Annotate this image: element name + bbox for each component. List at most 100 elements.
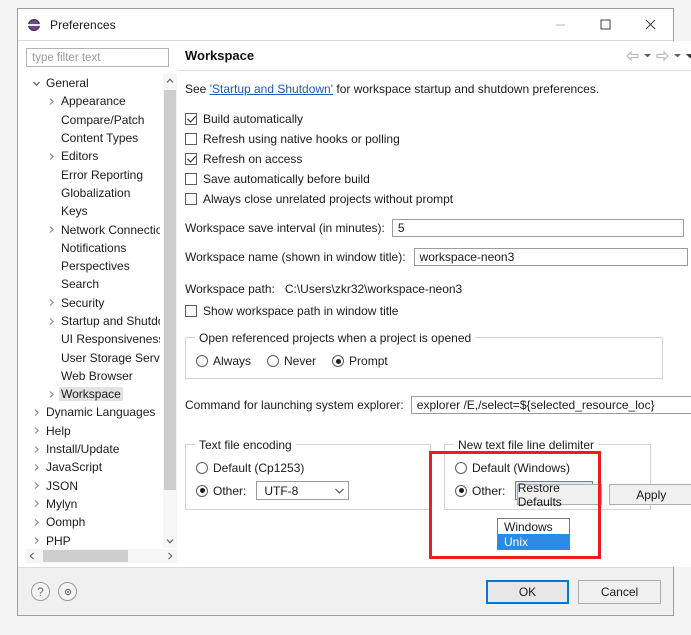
checkbox-refresh-on-access[interactable]: Refresh on access: [185, 149, 691, 168]
sidebar-item-ui-responsiveness-m[interactable]: UI Responsiveness M: [25, 330, 160, 348]
sidebar-item-globalization[interactable]: Globalization: [25, 184, 160, 202]
show-workspace-path-checkbox[interactable]: Show workspace path in window title: [185, 301, 691, 320]
checkbox-box[interactable]: [185, 172, 197, 185]
save-interval-input[interactable]: 5: [391, 219, 684, 237]
sidebar-item-compare-patch[interactable]: Compare/Patch: [25, 111, 160, 129]
sidebar-item-search[interactable]: Search: [25, 275, 160, 293]
sidebar-item-appearance[interactable]: Appearance: [25, 92, 160, 110]
chevron-right-icon[interactable]: [44, 298, 59, 307]
checkbox-box[interactable]: [185, 132, 197, 145]
scroll-track[interactable]: [163, 88, 177, 534]
encoding-default-row[interactable]: Default (Cp1253): [196, 461, 420, 475]
delimiter-default-row[interactable]: Default (Windows): [455, 461, 640, 475]
chevron-right-icon[interactable]: [29, 445, 44, 454]
radio-button[interactable]: [267, 355, 280, 367]
sidebar-item-general[interactable]: General: [25, 74, 160, 92]
radio-always[interactable]: Always: [196, 354, 251, 368]
maximize-icon[interactable]: [583, 9, 628, 40]
sidebar-item-content-types[interactable]: Content Types: [25, 129, 160, 147]
sidebar-item-javascript[interactable]: JavaScript: [25, 458, 160, 476]
chevron-right-icon[interactable]: [29, 408, 44, 417]
chevron-right-icon[interactable]: [29, 481, 44, 490]
scroll-down-icon[interactable]: [163, 534, 177, 548]
workspace-name-input[interactable]: workspace-neon3: [413, 248, 688, 266]
sidebar-item-keys[interactable]: Keys: [25, 202, 160, 220]
tree-horizontal-scrollbar[interactable]: [25, 549, 177, 563]
cancel-button[interactable]: Cancel: [578, 579, 661, 604]
chevron-right-icon[interactable]: [29, 463, 44, 472]
sidebar-item-web-browser[interactable]: Web Browser: [25, 367, 160, 385]
sidebar-item-json[interactable]: JSON: [25, 477, 160, 495]
checkbox-box[interactable]: [185, 152, 197, 165]
chevron-right-icon[interactable]: [44, 317, 59, 326]
checkbox-box[interactable]: [185, 192, 197, 205]
forward-arrow-icon[interactable]: [655, 50, 670, 62]
ok-button[interactable]: OK: [486, 579, 569, 604]
checkbox-save-automatically-before-build[interactable]: Save automatically before build: [185, 169, 691, 188]
sidebar-item-workspace[interactable]: Workspace: [25, 385, 160, 403]
sidebar-item-oomph[interactable]: Oomph: [25, 513, 160, 531]
radio-button[interactable]: [455, 484, 467, 497]
chevron-right-icon[interactable]: [44, 152, 59, 161]
encoding-other-row[interactable]: Other: UTF-8: [196, 481, 420, 500]
radio-button[interactable]: [196, 355, 208, 367]
chevron-down-icon[interactable]: [29, 79, 44, 88]
scroll-right-icon[interactable]: [163, 549, 177, 563]
settings-icon[interactable]: [58, 582, 77, 601]
checkbox-box[interactable]: [185, 112, 197, 125]
forward-dropdown-icon[interactable]: [673, 52, 682, 59]
radio-prompt[interactable]: Prompt: [332, 354, 388, 368]
checkbox-box[interactable]: [185, 304, 197, 317]
checkbox-refresh-using-native-hooks-or-polling[interactable]: Refresh using native hooks or polling: [185, 129, 691, 148]
radio-never[interactable]: Never: [267, 354, 316, 368]
sidebar-item-error-reporting[interactable]: Error Reporting: [25, 165, 160, 183]
radio-button[interactable]: [196, 462, 208, 474]
sidebar-item-help[interactable]: Help: [25, 422, 160, 440]
checkbox-build-automatically[interactable]: Build automatically: [185, 109, 691, 128]
back-dropdown-icon[interactable]: [643, 52, 652, 59]
dropdown-option-windows[interactable]: Windows: [498, 519, 569, 534]
sidebar-item-mylyn[interactable]: Mylyn: [25, 495, 160, 513]
sidebar-item-network-connection[interactable]: Network Connection: [25, 220, 160, 238]
chevron-right-icon[interactable]: [44, 225, 59, 234]
scroll-thumb[interactable]: [164, 90, 176, 490]
chevron-right-icon[interactable]: [29, 499, 44, 508]
sidebar-item-user-storage-service[interactable]: User Storage Service: [25, 348, 160, 366]
radio-button[interactable]: [196, 484, 208, 497]
sidebar-item-php[interactable]: PHP: [25, 531, 160, 548]
back-arrow-icon[interactable]: [625, 50, 640, 62]
sidebar-item-install-update[interactable]: Install/Update: [25, 440, 160, 458]
chevron-right-icon[interactable]: [44, 97, 59, 106]
restore-defaults-button[interactable]: Restore Defaults: [516, 481, 602, 509]
view-menu-icon[interactable]: [685, 52, 691, 60]
hscroll-track[interactable]: [39, 549, 163, 563]
tree-vertical-scrollbar[interactable]: [163, 74, 177, 548]
scroll-up-icon[interactable]: [163, 74, 177, 88]
radio-button[interactable]: [455, 462, 467, 474]
checkbox-always-close-unrelated-projects-without-prompt[interactable]: Always close unrelated projects without …: [185, 189, 691, 208]
sidebar-item-dynamic-languages[interactable]: Dynamic Languages: [25, 403, 160, 421]
scroll-left-icon[interactable]: [25, 549, 39, 563]
encoding-combo[interactable]: UTF-8: [256, 481, 350, 500]
chevron-right-icon[interactable]: [44, 390, 59, 399]
sidebar-item-startup-and-shutdow[interactable]: Startup and Shutdow: [25, 312, 160, 330]
sidebar-item-notifications[interactable]: Notifications: [25, 239, 160, 257]
hscroll-thumb[interactable]: [43, 550, 128, 562]
dropdown-option-unix[interactable]: Unix: [498, 534, 569, 549]
sidebar-item-perspectives[interactable]: Perspectives: [25, 257, 160, 275]
minimize-icon[interactable]: [538, 9, 583, 40]
chevron-right-icon[interactable]: [29, 536, 44, 545]
apply-button[interactable]: Apply: [608, 484, 691, 505]
chevron-right-icon[interactable]: [29, 426, 44, 435]
preferences-tree[interactable]: General Appearance Compare/Patch Content Ty…: [25, 74, 177, 548]
radio-button[interactable]: [332, 355, 345, 367]
filter-input[interactable]: type filter text: [26, 48, 169, 67]
startup-shutdown-link[interactable]: 'Startup and Shutdown': [210, 82, 333, 96]
help-icon[interactable]: ?: [31, 582, 50, 601]
line-delimiter-dropdown-list[interactable]: Windows Unix: [497, 518, 570, 550]
sidebar-item-editors[interactable]: Editors: [25, 147, 160, 165]
sidebar-item-security[interactable]: Security: [25, 294, 160, 312]
chevron-right-icon[interactable]: [29, 518, 44, 527]
close-icon[interactable]: [628, 9, 673, 40]
explorer-command-input[interactable]: explorer /E,/select=${selected_resource_…: [410, 396, 691, 414]
